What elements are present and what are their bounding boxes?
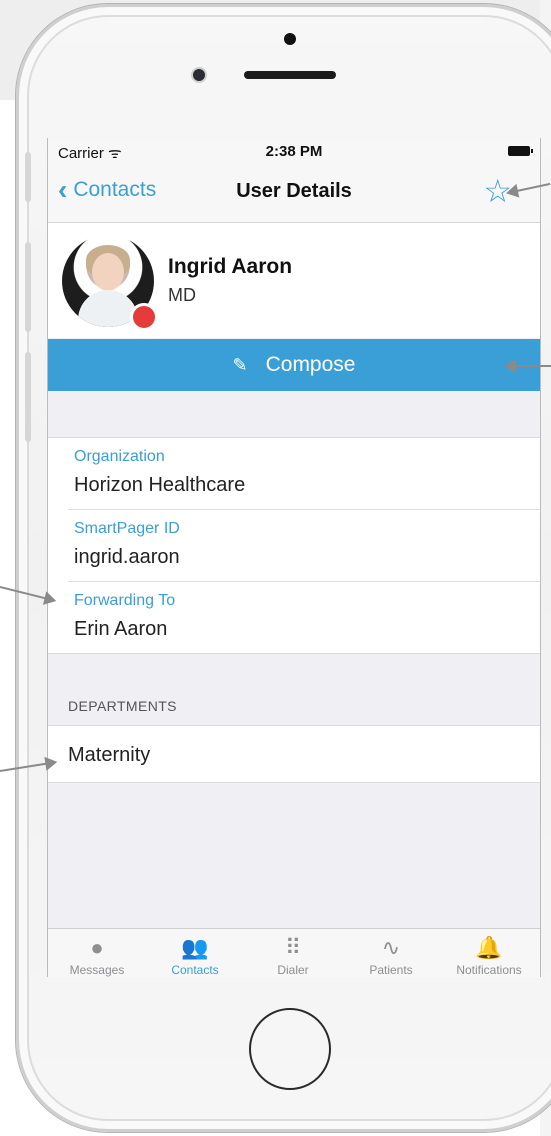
- field-label: SmartPager ID: [74, 520, 180, 537]
- field-organization: Organization Horizon Healthcare: [68, 438, 540, 510]
- status-time: 2:38 PM: [265, 143, 323, 160]
- contact-name: Ingrid Aaron: [168, 255, 293, 278]
- tab-notifications[interactable]: 🔔 Notifications: [440, 929, 538, 977]
- field-smartpager-id: SmartPager ID ingrid.aaron: [68, 510, 540, 582]
- chat-bubble-icon: ●: [90, 935, 104, 960]
- department-name: Maternity: [68, 744, 151, 766]
- home-button[interactable]: [249, 1008, 331, 1090]
- compose-icon: ✎: [232, 354, 248, 375]
- tab-bar: ● Messages 👥 Contacts ⠿ Dialer ∿ Patient…: [48, 928, 540, 977]
- field-forwarding-to[interactable]: Forwarding To Erin Aaron: [68, 582, 540, 653]
- field-label: Forwarding To: [74, 592, 176, 609]
- keypad-icon: ⠿: [284, 935, 302, 960]
- tab-dialer[interactable]: ⠿ Dialer: [244, 929, 342, 977]
- status-bar: Carrier ᯤ 2:38 PM: [48, 138, 540, 164]
- earpiece-speaker: [244, 71, 336, 79]
- field-label: Organization: [74, 448, 165, 465]
- proximity-sensor: [284, 33, 296, 45]
- tab-contacts[interactable]: 👥 Contacts: [146, 929, 244, 977]
- tab-patients[interactable]: ∿ Patients: [342, 929, 440, 977]
- volume-down-button: [25, 352, 31, 442]
- contact-info-list: Organization Horizon Healthcare SmartPag…: [48, 437, 540, 654]
- field-value: Horizon Healthcare: [74, 474, 246, 496]
- contact-title: MD: [168, 285, 196, 305]
- annotation-arrow-compose: [504, 359, 551, 373]
- navigation-bar: ‹ Contacts User Details ☆: [48, 164, 540, 223]
- departments-header: DEPARTMENTS: [68, 698, 177, 714]
- mute-switch: [25, 152, 31, 202]
- profile-header: Ingrid Aaron MD: [48, 223, 540, 338]
- front-camera: [193, 69, 205, 81]
- volume-up-button: [25, 242, 31, 332]
- compose-button-label: Compose: [265, 353, 356, 376]
- page-title: User Details: [236, 180, 352, 202]
- department-row[interactable]: Maternity: [48, 725, 540, 783]
- field-value: ingrid.aaron: [74, 546, 180, 568]
- compose-button[interactable]: ✎ Compose: [48, 339, 540, 391]
- heartbeat-icon: ∿: [381, 935, 401, 960]
- field-value: Erin Aaron: [74, 618, 168, 640]
- people-icon: 👥: [181, 935, 209, 960]
- tab-messages[interactable]: ● Messages: [48, 929, 146, 977]
- presence-status-badge: [130, 303, 158, 331]
- app-screen: Carrier ᯤ 2:38 PM ‹ Contacts User Detail…: [47, 138, 541, 977]
- bell-icon: 🔔: [475, 935, 503, 960]
- battery-icon: [508, 146, 533, 156]
